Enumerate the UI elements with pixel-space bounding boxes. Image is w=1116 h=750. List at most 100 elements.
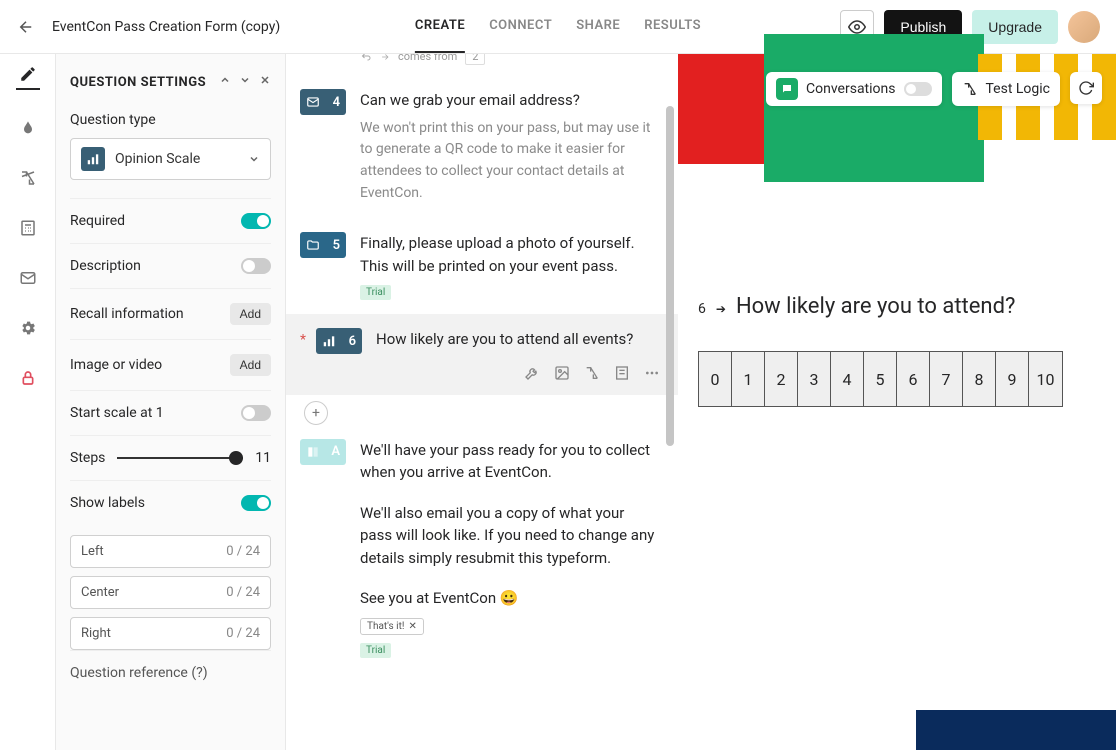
settings-prev-icon[interactable] [219, 74, 231, 86]
rail-calculator-icon[interactable] [16, 216, 40, 240]
question-title: We'll have your pass ready for you to co… [360, 439, 660, 484]
question-title: How likely are you to attend all events? [376, 328, 660, 351]
label-right-input[interactable]: Right0 / 24 [70, 617, 271, 650]
preview-question-text: How likely are you to attend? [736, 294, 1015, 319]
scale-option[interactable]: 7 [930, 352, 963, 406]
required-toggle[interactable] [241, 213, 271, 229]
description-toggle[interactable] [241, 258, 271, 274]
scale-option[interactable]: 8 [963, 352, 996, 406]
thatsit-badge[interactable]: That's it!✕ [360, 618, 424, 635]
test-logic-button[interactable]: Test Logic [952, 72, 1061, 106]
rail-followups-icon[interactable] [16, 266, 40, 290]
rail-settings-icon[interactable] [16, 316, 40, 340]
recall-add-button[interactable]: Add [230, 303, 271, 325]
question-item-6[interactable]: * 6 How likely are you to attend all eve… [286, 314, 678, 395]
scale-option[interactable]: 1 [732, 352, 765, 406]
refresh-icon [1078, 80, 1094, 96]
startat1-toggle[interactable] [241, 405, 271, 421]
opinion-scale-icon [81, 147, 105, 171]
question-reference-label[interactable]: Question reference (?) [70, 650, 271, 695]
scale-option[interactable]: 6 [897, 352, 930, 406]
preview-panel: Conversations Test Logic 6 ➔ How likely … [678, 54, 1116, 750]
question-item-ending[interactable]: A We'll have your pass ready for you to … [286, 425, 678, 672]
close-icon[interactable]: ✕ [408, 621, 416, 632]
tool-image-icon[interactable] [554, 365, 570, 381]
add-question-button[interactable]: + [304, 401, 328, 425]
recall-label: Recall information [70, 306, 184, 322]
scale-option[interactable]: 4 [831, 352, 864, 406]
tab-create[interactable]: CREATE [415, 0, 465, 53]
logic-icon [962, 81, 978, 97]
label-center-input[interactable]: Center0 / 24 [70, 576, 271, 609]
bar-chart-icon [322, 334, 336, 348]
scrollbar[interactable] [666, 54, 676, 750]
question-body: We'll also email you a copy of what your… [360, 502, 660, 570]
arrow-right-icon: ➔ [716, 302, 726, 316]
arrow-right-icon [380, 54, 390, 62]
conversations-pill[interactable]: Conversations [766, 72, 941, 106]
trial-badge: Trial [360, 643, 391, 658]
media-add-button[interactable]: Add [230, 354, 271, 376]
rail-logic-icon[interactable] [16, 166, 40, 190]
questions-panel: comes from 2 4 Can we grab your email ad… [286, 54, 678, 750]
settings-heading: QUESTION SETTINGS [70, 74, 206, 92]
scale-option[interactable]: 0 [699, 352, 732, 406]
chevron-down-icon [248, 153, 260, 165]
upgrade-button[interactable]: Upgrade [972, 10, 1058, 44]
tool-logic-icon[interactable] [584, 365, 600, 381]
folder-icon [306, 238, 320, 252]
steps-slider[interactable] [117, 457, 243, 459]
qtype-value: Opinion Scale [115, 151, 238, 167]
preview-question-number: 6 [698, 301, 706, 317]
tab-connect[interactable]: CONNECT [489, 0, 552, 53]
form-title: EventCon Pass Creation Form (copy) [52, 19, 280, 35]
steps-value: 11 [255, 450, 271, 466]
tool-wrench-icon[interactable] [524, 365, 540, 381]
question-description: We won't print this on your pass, but ma… [360, 118, 660, 205]
settings-next-icon[interactable] [239, 74, 251, 86]
scale-option[interactable]: 10 [1029, 352, 1062, 406]
rail-edit-icon[interactable] [16, 66, 40, 90]
required-label: Required [70, 213, 125, 229]
scale-option[interactable]: 9 [996, 352, 1029, 406]
description-label: Description [70, 258, 141, 274]
qtype-label: Question type [70, 112, 271, 128]
rail-design-icon[interactable] [16, 116, 40, 140]
showlabels-label: Show labels [70, 495, 145, 511]
preview-decoration [678, 54, 1116, 164]
settings-close-icon[interactable] [259, 74, 271, 86]
refresh-button[interactable] [1070, 72, 1102, 104]
label-left-input[interactable]: Left0 / 24 [70, 535, 271, 568]
qtype-select[interactable]: Opinion Scale [70, 138, 271, 180]
required-indicator: * [300, 332, 306, 381]
tool-more-icon[interactable] [644, 365, 660, 381]
question-item-4[interactable]: 4 Can we grab your email address? We won… [286, 75, 678, 218]
avatar[interactable] [1068, 11, 1100, 43]
settings-panel: QUESTION SETTINGS Question type Opinion … [56, 54, 286, 750]
back-button[interactable] [16, 17, 36, 37]
trial-badge: Trial [360, 285, 391, 300]
tab-results[interactable]: RESULTS [644, 0, 701, 53]
question-item-5[interactable]: 5 Finally, please upload a photo of your… [286, 218, 678, 314]
startat1-label: Start scale at 1 [70, 405, 164, 421]
showlabels-toggle[interactable] [241, 495, 271, 511]
question-title: Can we grab your email address? [360, 89, 660, 112]
question-title: Finally, please upload a photo of yourse… [360, 232, 660, 277]
rail-lock-icon[interactable] [16, 366, 40, 390]
media-label: Image or video [70, 357, 162, 373]
conversations-toggle[interactable] [904, 82, 932, 96]
question-badge-end: A [300, 439, 346, 465]
logic-comes-from: comes from 2 [286, 54, 678, 65]
scale-option[interactable]: 2 [765, 352, 798, 406]
tab-share[interactable]: SHARE [576, 0, 620, 53]
tool-calculator-icon[interactable] [614, 365, 630, 381]
opinion-scale: 0 1 2 3 4 5 6 7 8 9 10 [698, 351, 1063, 407]
scale-option[interactable]: 3 [798, 352, 831, 406]
sidebar-rail [0, 54, 56, 750]
scale-option[interactable]: 5 [864, 352, 897, 406]
question-badge-scale: 6 [316, 328, 362, 354]
question-body: See you at EventCon 😀 [360, 587, 660, 610]
eye-icon [848, 18, 866, 36]
email-icon [306, 95, 320, 109]
question-badge-file: 5 [300, 232, 346, 258]
